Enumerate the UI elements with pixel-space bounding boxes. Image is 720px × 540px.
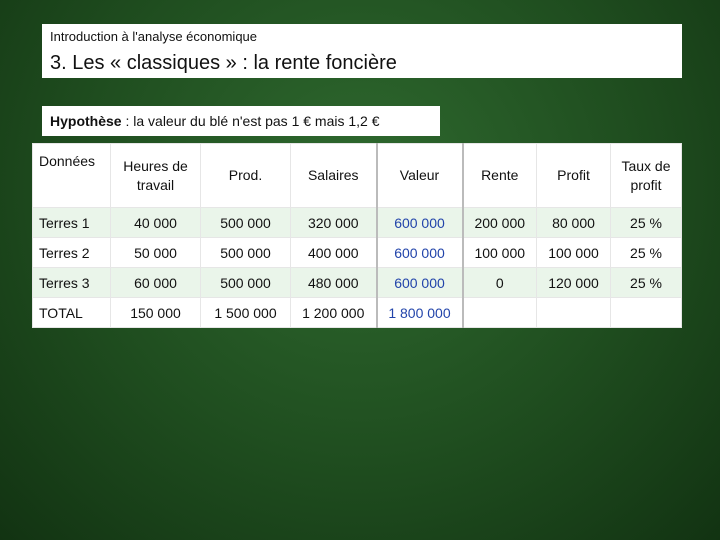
cell [536, 297, 611, 328]
header-salaires: Salaires [290, 143, 377, 208]
title-box: Introduction à l'analyse économique 3. L… [42, 24, 682, 78]
cell: 150 000 [110, 297, 201, 328]
cell: 500 000 [200, 207, 291, 238]
header-rente: Rente [462, 143, 537, 208]
cell [610, 297, 682, 328]
cell: 320 000 [290, 207, 377, 238]
table-row: Terres 3 60 000 500 000 480 000 600 000 … [32, 267, 682, 298]
cell-valeur: 600 000 [375, 267, 464, 298]
cell: 500 000 [200, 267, 291, 298]
cell: 0 [462, 267, 537, 298]
table-row: Terres 1 40 000 500 000 320 000 600 000 … [32, 207, 682, 238]
cell-valeur: 600 000 [375, 207, 464, 238]
slide-title: 3. Les « classiques » : la rente foncièr… [50, 50, 682, 76]
cell-valeur: 600 000 [375, 237, 464, 268]
cell: 50 000 [110, 237, 201, 268]
cell: Terres 2 [32, 237, 111, 268]
cell: Terres 3 [32, 267, 111, 298]
hypothesis-text: : la valeur du blé n'est pas 1 € mais 1,… [121, 113, 380, 129]
cell-total-label: TOTAL [32, 297, 111, 328]
cell: 500 000 [200, 237, 291, 268]
table-header-row: Données Heures de travail Prod. Salaires… [32, 143, 682, 208]
cell: Terres 1 [32, 207, 111, 238]
rent-table: Données Heures de travail Prod. Salaires… [32, 143, 682, 328]
cell: 25 % [610, 237, 682, 268]
cell: 100 000 [462, 237, 537, 268]
cell: 1 200 000 [290, 297, 377, 328]
cell [462, 297, 537, 328]
cell: 120 000 [536, 267, 611, 298]
hypothesis-label: Hypothèse [50, 113, 122, 129]
cell-valeur: 1 800 000 [375, 297, 464, 328]
header-heures: Heures de travail [110, 143, 201, 208]
header-donnees: Données [32, 143, 111, 208]
hypothesis-box: Hypothèse : la valeur du blé n'est pas 1… [42, 106, 440, 136]
header-valeur: Valeur [375, 143, 464, 208]
cell: 25 % [610, 267, 682, 298]
cell: 400 000 [290, 237, 377, 268]
cell: 1 500 000 [200, 297, 291, 328]
header-prod: Prod. [200, 143, 291, 208]
slide-title-emphasis: la rente foncière [253, 52, 397, 74]
table-row: Terres 2 50 000 500 000 400 000 600 000 … [32, 237, 682, 268]
cell: 25 % [610, 207, 682, 238]
table-row-total: TOTAL 150 000 1 500 000 1 200 000 1 800 … [32, 297, 682, 328]
cell: 80 000 [536, 207, 611, 238]
header-taux: Taux de profit [610, 143, 682, 208]
cell: 200 000 [462, 207, 537, 238]
header-profit: Profit [536, 143, 611, 208]
cell: 100 000 [536, 237, 611, 268]
slide-subtitle: Introduction à l'analyse économique [50, 29, 258, 44]
slide-title-prefix: 3. Les « classiques » : [50, 52, 254, 74]
cell: 480 000 [290, 267, 377, 298]
cell: 40 000 [110, 207, 201, 238]
cell: 60 000 [110, 267, 201, 298]
